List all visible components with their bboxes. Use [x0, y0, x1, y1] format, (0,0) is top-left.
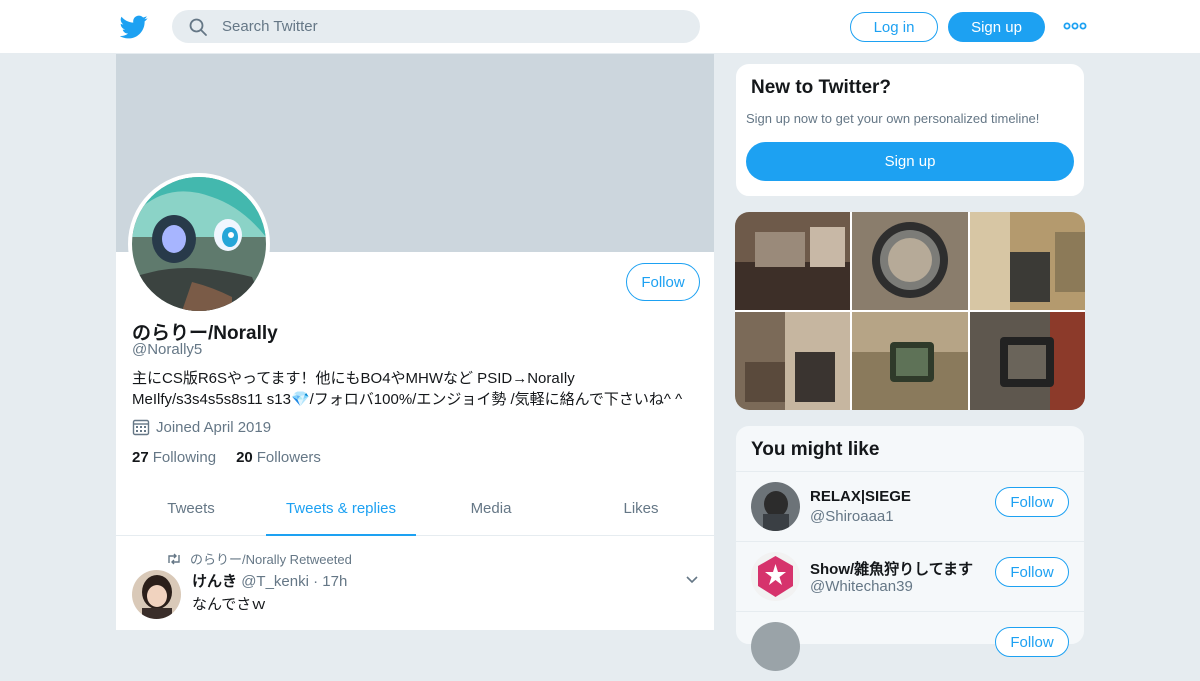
tweet-author-name[interactable]: けんき — [192, 573, 237, 590]
suggestion-item[interactable]: S⁠h⁠o⁠w⁠/雑魚狩りしてます @Whitechan39 Follow — [736, 541, 1084, 611]
chevron-down-icon[interactable] — [684, 572, 700, 588]
media-thumbnail[interactable] — [735, 212, 851, 310]
suggestion-follow-button[interactable]: Follow — [995, 627, 1069, 657]
avatar-image — [132, 570, 181, 619]
suggestion-handle: @Shiroaaa1 — [810, 508, 894, 525]
more-dots-icon[interactable] — [1063, 19, 1087, 33]
you-might-like-card: You might like RELAX|SIEGE @Shiroaaa1 Fo… — [735, 425, 1085, 671]
media-thumbnail[interactable] — [969, 212, 1085, 310]
followers-link[interactable]: 20 Followers — [236, 449, 321, 466]
tab-tweets-replies[interactable]: Tweets & replies — [266, 482, 416, 536]
suggestion-handle: @Whitechan39 — [810, 578, 913, 595]
search-input[interactable] — [222, 10, 682, 43]
tab-likes[interactable]: Likes — [566, 482, 714, 535]
following-count: 27 — [132, 449, 149, 466]
profile-column: Follow のらりー/Norally @Norally5 主にCS版R6Sやっ… — [115, 54, 715, 630]
media-grid — [735, 212, 1085, 410]
suggestion-item[interactable]: Follow — [736, 611, 1084, 681]
joined-date: Joined April 2019 — [132, 418, 271, 436]
profile-avatar[interactable] — [128, 173, 270, 315]
calendar-icon — [132, 419, 150, 436]
avatar-image — [132, 177, 266, 311]
tweet-item[interactable]: のらりー/Norally Retweeted けんき @T_kenki · 17… — [116, 536, 714, 630]
new-to-twitter-card: New to Twitter? Sign up now to get your … — [735, 63, 1085, 197]
profile-stats: 27 Following 20 Followers — [132, 449, 321, 466]
media-thumbnail[interactable] — [852, 312, 968, 410]
you-might-like-title: You might like — [751, 439, 880, 460]
new-to-twitter-text: Sign up now to get your own personalized… — [746, 111, 1040, 126]
retweet-icon — [168, 553, 180, 564]
tweet-time[interactable]: 17h — [322, 573, 347, 590]
tweet-text: なんでさｗ — [192, 596, 267, 613]
sidebar-signup-button[interactable]: Sign up — [746, 142, 1074, 181]
bio-line: 主にCS版R6Sやってます！他にもBO4やMHWなど PSID→NoraIly — [132, 370, 575, 387]
suggestion-avatar[interactable] — [751, 552, 800, 601]
media-thumbnail[interactable] — [969, 312, 1085, 410]
suggestion-avatar[interactable] — [751, 622, 800, 671]
tab-media[interactable]: Media — [416, 482, 566, 535]
media-thumbnail[interactable] — [852, 212, 968, 310]
followers-label: Followers — [256, 449, 321, 466]
signup-button[interactable]: Sign up — [948, 12, 1045, 42]
tweet-author-avatar[interactable] — [132, 570, 181, 619]
follow-button[interactable]: Follow — [626, 263, 700, 301]
login-button[interactable]: Log in — [850, 12, 938, 42]
following-label: Following — [152, 449, 217, 466]
twitter-bird-icon[interactable] — [120, 13, 148, 41]
suggestion-follow-button[interactable]: Follow — [995, 557, 1069, 587]
suggestion-follow-button[interactable]: Follow — [995, 487, 1069, 517]
tweet-author-handle[interactable]: @T_kenki — [241, 573, 309, 590]
new-to-twitter-title: New to Twitter? — [751, 77, 892, 98]
profile-bio: 主にCS版R6Sやってます！他にもBO4やMHWなど PSID→NoraIly … — [132, 368, 707, 410]
top-navigation-bar: Log in Sign up — [0, 0, 1200, 54]
profile-tabs: Tweets Tweets & replies Media Likes — [116, 482, 714, 536]
joined-text: Joined April 2019 — [156, 418, 272, 436]
suggestion-item[interactable]: RELAX|SIEGE @Shiroaaa1 Follow — [736, 471, 1084, 541]
suggestion-name[interactable]: RELAX|SIEGE — [810, 488, 988, 505]
tweet-header: けんき @T_kenki · 17h — [192, 570, 347, 591]
following-link[interactable]: 27 Following — [132, 449, 216, 466]
media-thumbnail[interactable] — [735, 312, 851, 410]
followers-count: 20 — [236, 449, 253, 466]
suggestion-avatar[interactable] — [751, 482, 800, 531]
tweet-separator: · — [313, 573, 319, 590]
profile-handle[interactable]: @Norally5 — [132, 341, 202, 358]
suggestion-name[interactable]: S⁠h⁠o⁠w⁠/雑魚狩りしてます — [810, 558, 988, 579]
search-bar[interactable] — [172, 10, 700, 43]
retweet-context: のらりー/Norally Retweeted — [166, 549, 352, 568]
search-icon — [189, 18, 207, 36]
retweet-text[interactable]: のらりー/Norally Retweeted — [190, 549, 352, 568]
tab-tweets[interactable]: Tweets — [116, 482, 266, 535]
bio-line: MeIlfy/s3s4s5s8s11 s13💎/フォロバ100%/エンジョイ勢 … — [132, 391, 683, 408]
